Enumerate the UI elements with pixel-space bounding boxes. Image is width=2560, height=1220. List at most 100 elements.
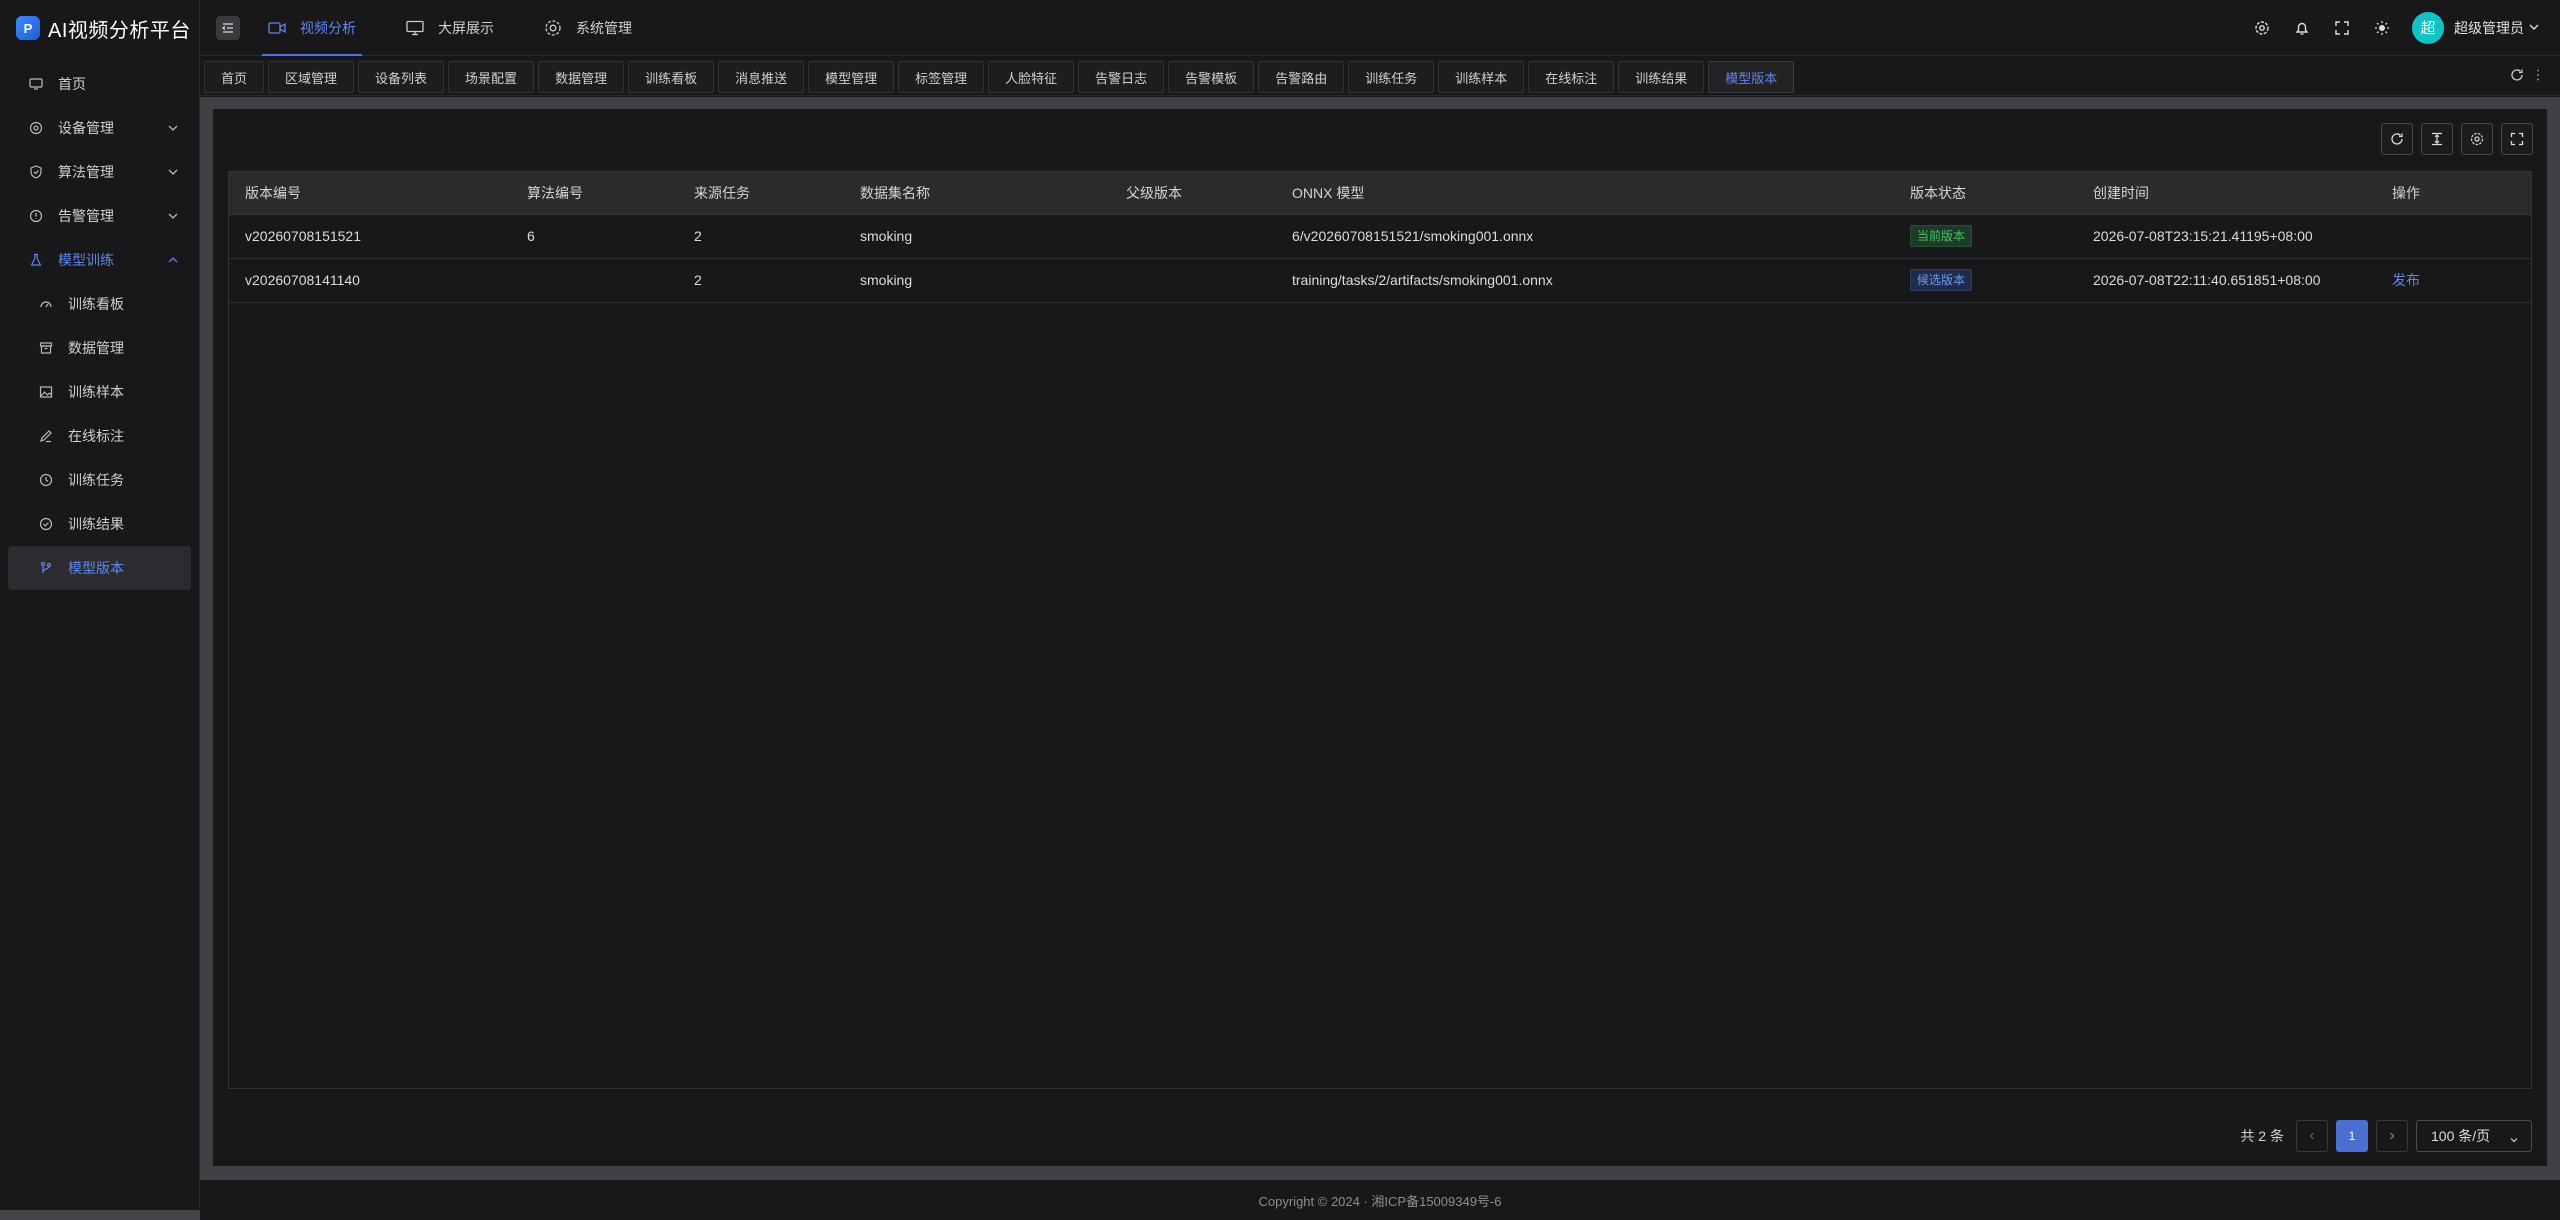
sidebar-item-training-results[interactable]: 训练结果 [8, 502, 191, 546]
table-row[interactable]: v20260708141140 2 smoking training/tasks… [229, 258, 2531, 302]
tab-alarm-routing[interactable]: 告警路由 [1258, 61, 1345, 93]
sidebar-item-label: 算法管理 [58, 164, 114, 180]
sun-icon[interactable] [2362, 20, 2402, 36]
pencil-icon [38, 428, 54, 444]
sidebar-item-device-management[interactable]: 设备管理 [8, 106, 191, 150]
density-button[interactable] [2421, 123, 2453, 155]
top-nav-big-screen[interactable]: 大屏展示 [400, 0, 500, 56]
tabs-actions [2498, 68, 2540, 82]
sidebar-item-model-training[interactable]: 模型训练 [8, 238, 191, 282]
footer: Copyright © 2024 · 湘ICP备15009349号-6 [200, 1180, 2560, 1220]
sidebar-item-label: 训练结果 [68, 516, 124, 532]
top-nav-system-management[interactable]: 系统管理 [538, 0, 638, 56]
table-header-row: 版本编号 算法编号 来源任务 数据集名称 父级版本 ONNX 模型 版本状态 创… [229, 172, 2531, 215]
tab-model-management[interactable]: 模型管理 [808, 61, 895, 93]
tab-training-samples[interactable]: 训练样本 [1438, 61, 1525, 93]
page-number-button[interactable]: 1 [2336, 1120, 2368, 1152]
column-height-icon [2432, 132, 2442, 146]
tab-home[interactable]: 首页 [204, 61, 265, 93]
sidebar-item-label: 首页 [58, 76, 86, 92]
tab-label-management[interactable]: 标签管理 [898, 61, 985, 93]
tab-online-annotation[interactable]: 在线标注 [1528, 61, 1615, 93]
bell-icon[interactable] [2282, 20, 2322, 36]
chevron-down-icon [2509, 1132, 2519, 1148]
sidebar-item-training-dashboard[interactable]: 训练看板 [8, 282, 191, 326]
sidebar-item-algorithm-management[interactable]: 算法管理 [8, 150, 191, 194]
sidebar-item-data-management[interactable]: 数据管理 [8, 326, 191, 370]
gear-icon [544, 19, 562, 37]
cell-onnx: training/tasks/2/artifacts/smoking001.on… [1292, 272, 1553, 288]
image-icon [38, 384, 54, 400]
sidebar-item-alarm-management[interactable]: 告警管理 [8, 194, 191, 238]
model-version-table: 版本编号 算法编号 来源任务 数据集名称 父级版本 ONNX 模型 版本状态 创… [228, 171, 2532, 1089]
top-nav-label: 视频分析 [300, 19, 356, 36]
refresh-button[interactable] [2381, 123, 2413, 155]
settings-icon [2470, 132, 2484, 146]
tab-face-features[interactable]: 人脸特征 [988, 61, 1075, 93]
tab-alarm-template[interactable]: 告警模板 [1168, 61, 1255, 93]
branch-icon [38, 560, 54, 576]
column-header: 版本状态 [1894, 172, 2077, 215]
tab-training-results[interactable]: 训练结果 [1618, 61, 1705, 93]
cell-parent [1110, 258, 1276, 302]
tab-training-dashboard[interactable]: 训练看板 [628, 61, 715, 93]
table-row[interactable]: v20260708151521 6 2 smoking 6/v202607081… [229, 214, 2531, 258]
sidebar-item-label: 模型训练 [58, 252, 114, 268]
pagination: 共 2 条 1 100 条/页 [2240, 1120, 2532, 1152]
sidebar-item-label: 数据管理 [68, 340, 124, 356]
sidebar-menu: 首页 设备管理 算法管理 告警管理 模型训练 训练看板 数据管理 训练样本 在线… [0, 56, 199, 590]
tab-data-management[interactable]: 数据管理 [538, 61, 625, 93]
tab-device-list[interactable]: 设备列表 [358, 61, 445, 93]
copyright-text: Copyright © 2024 · 湘ICP备15009349号-6 [1258, 1193, 1502, 1209]
column-header: 算法编号 [511, 172, 678, 215]
cell-created: 2026-07-08T22:11:40.651851+08:00 [2093, 272, 2321, 288]
user-name[interactable]: 超级管理员 [2454, 18, 2524, 38]
alert-circle-icon [28, 208, 44, 224]
publish-link[interactable]: 发布 [2392, 272, 2420, 288]
tab-model-versions[interactable]: 模型版本 [1708, 61, 1795, 93]
header-actions: 超 超级管理员 [2242, 11, 2560, 44]
tab-message-push[interactable]: 消息推送 [718, 61, 805, 93]
sidebar-item-training-samples[interactable]: 训练样本 [8, 370, 191, 414]
app-title: AI视频分析平台 [48, 19, 191, 42]
refresh-icon[interactable] [2510, 68, 2524, 82]
next-page-button[interactable] [2376, 1120, 2408, 1152]
fullscreen-button[interactable] [2501, 123, 2533, 155]
tab-scene-config[interactable]: 场景配置 [448, 61, 535, 93]
monitor-icon [406, 20, 424, 36]
top-nav-video-analysis[interactable]: 视频分析 [262, 0, 362, 56]
sidebar-scrollbar[interactable] [0, 1210, 200, 1220]
brand[interactable]: P AI视频分析平台 [0, 0, 199, 56]
cell-created: 2026-07-08T23:15:21.41195+08:00 [2093, 228, 2313, 244]
sidebar-item-training-tasks[interactable]: 训练任务 [8, 458, 191, 502]
sidebar-item-model-versions[interactable]: 模型版本 [8, 546, 191, 590]
chevron-right-icon [2390, 1132, 2395, 1140]
sidebar-item-label: 模型版本 [68, 560, 124, 576]
cell-status: 当前版本 [1894, 214, 2077, 258]
page-size-select[interactable]: 100 条/页 [2416, 1120, 2532, 1152]
tab-training-tasks[interactable]: 训练任务 [1348, 61, 1435, 93]
sidebar-item-label: 训练看板 [68, 296, 124, 312]
sidebar-item-home[interactable]: 首页 [8, 62, 191, 106]
app-logo-icon: P [16, 16, 40, 40]
column-settings-button[interactable] [2461, 123, 2493, 155]
settings-icon[interactable] [2242, 20, 2282, 36]
page-size-value: 100 条/页 [2431, 1128, 2491, 1144]
refresh-icon [2391, 133, 2403, 145]
avatar[interactable]: 超 [2412, 11, 2444, 44]
fullscreen-icon[interactable] [2322, 20, 2362, 36]
table-card: 版本编号 算法编号 来源任务 数据集名称 父级版本 ONNX 模型 版本状态 创… [213, 109, 2547, 1166]
tab-area-management[interactable]: 区域管理 [268, 61, 355, 93]
more-vertical-icon[interactable] [2536, 68, 2540, 82]
sidebar-item-online-annotation[interactable]: 在线标注 [8, 414, 191, 458]
chevron-down-icon[interactable] [2528, 20, 2540, 36]
chevron-down-icon [167, 121, 179, 137]
flask-icon [28, 252, 44, 268]
column-header: ONNX 模型 [1276, 172, 1894, 215]
prev-page-button[interactable] [2296, 1120, 2328, 1152]
cell-algorithm [511, 258, 678, 302]
menu-collapse-button[interactable] [216, 15, 240, 40]
column-header: 操作 [2376, 172, 2531, 215]
cell-version: v20260708141140 [245, 272, 360, 288]
tab-alarm-log[interactable]: 告警日志 [1078, 61, 1165, 93]
